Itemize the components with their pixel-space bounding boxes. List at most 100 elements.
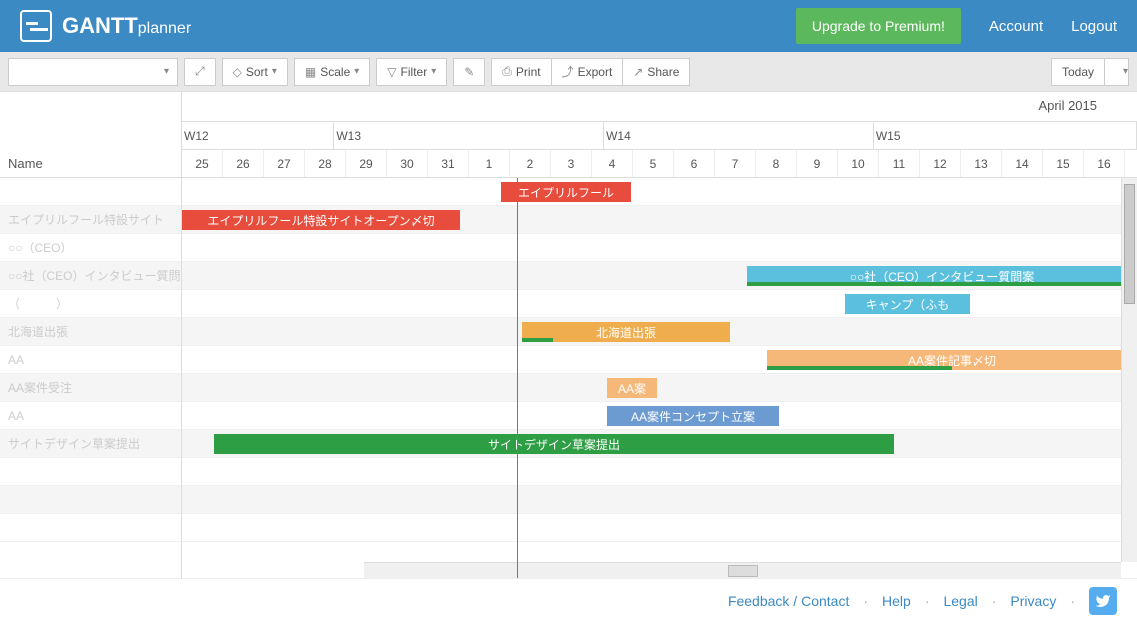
gantt-bar[interactable]: AA案 xyxy=(607,378,657,398)
task-row: AA案件記事〆切 xyxy=(182,346,1137,374)
logout-link[interactable]: Logout xyxy=(1071,18,1117,35)
task-row: エイプリルフール特設サイトオープン〆切 xyxy=(182,206,1137,234)
task-row: ○○社（CEO）インタビュー質問案 xyxy=(182,262,1137,290)
vertical-scrollbar[interactable] xyxy=(1121,178,1137,562)
legal-link[interactable]: Legal xyxy=(943,593,977,609)
filter-button[interactable]: ▽Filter▾ xyxy=(376,58,447,86)
settings-button[interactable]: ✎ xyxy=(453,58,485,86)
task-name-cell[interactable] xyxy=(0,178,181,206)
app-header: GANTTplanner Upgrade to Premium! Account… xyxy=(0,0,1137,52)
task-row: エイプリルフール xyxy=(182,178,1137,206)
expand-icon: ⤢ xyxy=(195,64,205,79)
month-label: April 2015 xyxy=(1038,98,1097,113)
day-row: 252627282930311234567891011121314151617 xyxy=(182,150,1137,178)
day-cell: 10 xyxy=(838,150,879,177)
help-link[interactable]: Help xyxy=(882,593,911,609)
task-name-cell[interactable]: AA案件受注 xyxy=(0,374,181,402)
share-button[interactable]: ↗Share xyxy=(623,58,690,86)
day-cell: 15 xyxy=(1043,150,1084,177)
day-cell: 4 xyxy=(592,150,633,177)
today-dropdown[interactable]: ▾ xyxy=(1105,58,1129,86)
upgrade-button[interactable]: Upgrade to Premium! xyxy=(796,8,961,44)
task-name-cell[interactable]: ○○（CEO） xyxy=(0,234,181,262)
twitter-icon[interactable] xyxy=(1089,587,1117,615)
task-name-cell[interactable] xyxy=(0,458,181,486)
gantt-sidebar: Name エイプリルフール特設サイト○○（CEO）○○社（CEO）インタビュー質… xyxy=(0,92,182,578)
task-row xyxy=(182,458,1137,486)
task-name-cell[interactable]: エイプリルフール特設サイト xyxy=(0,206,181,234)
today-line xyxy=(517,178,518,578)
feedback-link[interactable]: Feedback / Contact xyxy=(728,593,849,609)
chevron-down-icon: ▾ xyxy=(164,66,169,77)
share-icon: ↗ xyxy=(633,65,643,79)
gantt-bar[interactable]: AA案件記事〆切 xyxy=(767,350,1137,370)
account-link[interactable]: Account xyxy=(989,18,1043,35)
day-cell: 17 xyxy=(1125,150,1137,177)
day-cell: 29 xyxy=(346,150,387,177)
progress-bar xyxy=(522,338,553,342)
today-button[interactable]: Today xyxy=(1051,58,1105,86)
horizontal-scrollbar[interactable] xyxy=(364,562,1121,578)
gantt-bar[interactable]: AA案件コンセプト立案 xyxy=(607,406,779,426)
task-name-cell[interactable]: ○○社（CEO）インタビュー質問 xyxy=(0,262,181,290)
day-cell: 13 xyxy=(961,150,1002,177)
gantt-bar[interactable]: エイプリルフール特設サイトオープン〆切 xyxy=(182,210,460,230)
task-name-cell[interactable]: サイトデザイン草案提出 xyxy=(0,430,181,458)
gantt-chart: Name エイプリルフール特設サイト○○（CEO）○○社（CEO）インタビュー質… xyxy=(0,92,1137,578)
task-name-cell[interactable] xyxy=(0,486,181,514)
print-button[interactable]: ⎙Print xyxy=(491,58,551,86)
week-cell: W14 xyxy=(604,122,874,149)
project-select[interactable]: ▾ xyxy=(8,58,178,86)
name-column-header: Name xyxy=(0,92,181,178)
day-cell: 1 xyxy=(469,150,510,177)
privacy-link[interactable]: Privacy xyxy=(1010,593,1056,609)
gantt-bar[interactable]: ○○社（CEO）インタビュー質問案 xyxy=(747,266,1137,286)
gantt-bar[interactable]: エイプリルフール xyxy=(501,182,631,202)
day-cell: 30 xyxy=(387,150,428,177)
task-name-cell[interactable]: AA xyxy=(0,346,181,374)
task-row xyxy=(182,486,1137,514)
logo-icon xyxy=(20,10,52,42)
gantt-bar[interactable]: サイトデザイン草案提出 xyxy=(214,434,894,454)
calendar-icon: ▦ xyxy=(305,65,316,79)
task-row xyxy=(182,234,1137,262)
task-row: 北海道出張 xyxy=(182,318,1137,346)
chevron-down-icon: ▾ xyxy=(272,66,277,77)
task-row: キャンプ（ふも xyxy=(182,290,1137,318)
week-row: W12W13W14W15 xyxy=(182,122,1137,150)
chevron-down-icon: ▾ xyxy=(1123,66,1128,77)
day-cell: 6 xyxy=(674,150,715,177)
day-cell: 11 xyxy=(879,150,920,177)
brand: GANTTplanner xyxy=(62,13,191,39)
expand-button[interactable]: ⤢ xyxy=(184,58,216,86)
day-cell: 9 xyxy=(797,150,838,177)
footer: Feedback / Contact· Help· Legal· Privacy… xyxy=(0,578,1137,623)
scroll-handle[interactable] xyxy=(728,565,758,577)
day-cell: 3 xyxy=(551,150,592,177)
day-cell: 26 xyxy=(223,150,264,177)
sort-button[interactable]: ◇Sort▾ xyxy=(222,58,288,86)
task-name-cell[interactable]: （ ） xyxy=(0,290,181,318)
month-row: April 2015 xyxy=(182,92,1137,122)
day-cell: 8 xyxy=(756,150,797,177)
day-cell: 31 xyxy=(428,150,469,177)
export-button[interactable]: ⤴Export xyxy=(552,58,624,86)
gantt-bar[interactable]: キャンプ（ふも xyxy=(845,294,970,314)
task-row xyxy=(182,514,1137,542)
gantt-timeline[interactable]: April 2015 W12W13W14W15 2526272829303112… xyxy=(182,92,1137,578)
day-cell: 25 xyxy=(182,150,223,177)
scroll-handle[interactable] xyxy=(1124,184,1135,304)
gantt-bar[interactable]: 北海道出張 xyxy=(522,322,730,342)
task-name-cell[interactable]: 北海道出張 xyxy=(0,318,181,346)
export-icon: ⤴ xyxy=(562,63,574,80)
progress-bar xyxy=(767,366,952,370)
task-row: AA案件コンセプト立案 xyxy=(182,402,1137,430)
task-name-cell[interactable]: AA xyxy=(0,402,181,430)
week-cell: W12 xyxy=(182,122,334,149)
task-name-cell[interactable] xyxy=(0,514,181,542)
day-cell: 28 xyxy=(305,150,346,177)
chevron-down-icon: ▾ xyxy=(354,66,359,77)
sort-icon: ◇ xyxy=(233,65,242,79)
day-cell: 27 xyxy=(264,150,305,177)
scale-button[interactable]: ▦Scale▾ xyxy=(294,58,370,86)
